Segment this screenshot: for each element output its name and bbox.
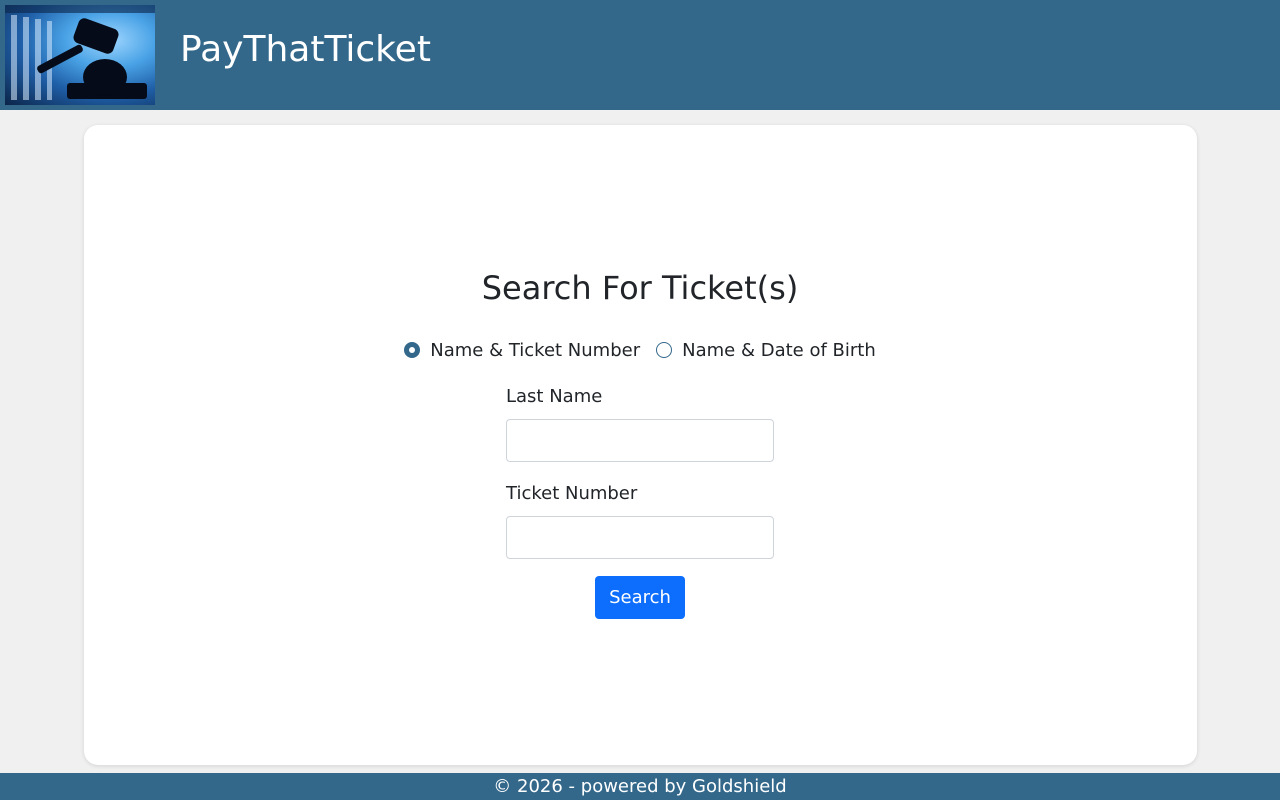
page-title: Search For Ticket(s) [481,269,799,307]
site-footer: © 2026 - powered by Goldshield [0,773,1280,800]
site-title[interactable]: PayThatTicket [180,28,431,72]
last-name-input[interactable] [506,419,774,462]
gavel-logo-icon[interactable] [5,5,155,105]
radio-checked-icon[interactable] [404,342,421,358]
ticket-number-label: Ticket Number [506,483,638,504]
radio-label: Name & Ticket Number [430,339,641,361]
radio-unchecked-icon[interactable] [656,342,673,358]
site-header: PayThatTicket [0,0,1280,110]
search-type-radio-group: Name & Ticket Number Name & Date of Birt… [0,337,1280,363]
ticket-number-input[interactable] [506,516,774,559]
last-name-label: Last Name [506,386,603,407]
search-button[interactable]: Search [595,576,685,619]
radio-label: Name & Date of Birth [682,339,876,361]
radio-name-ticket-number[interactable]: Name & Ticket Number [404,340,640,361]
radio-name-date-of-birth[interactable]: Name & Date of Birth [656,340,876,361]
